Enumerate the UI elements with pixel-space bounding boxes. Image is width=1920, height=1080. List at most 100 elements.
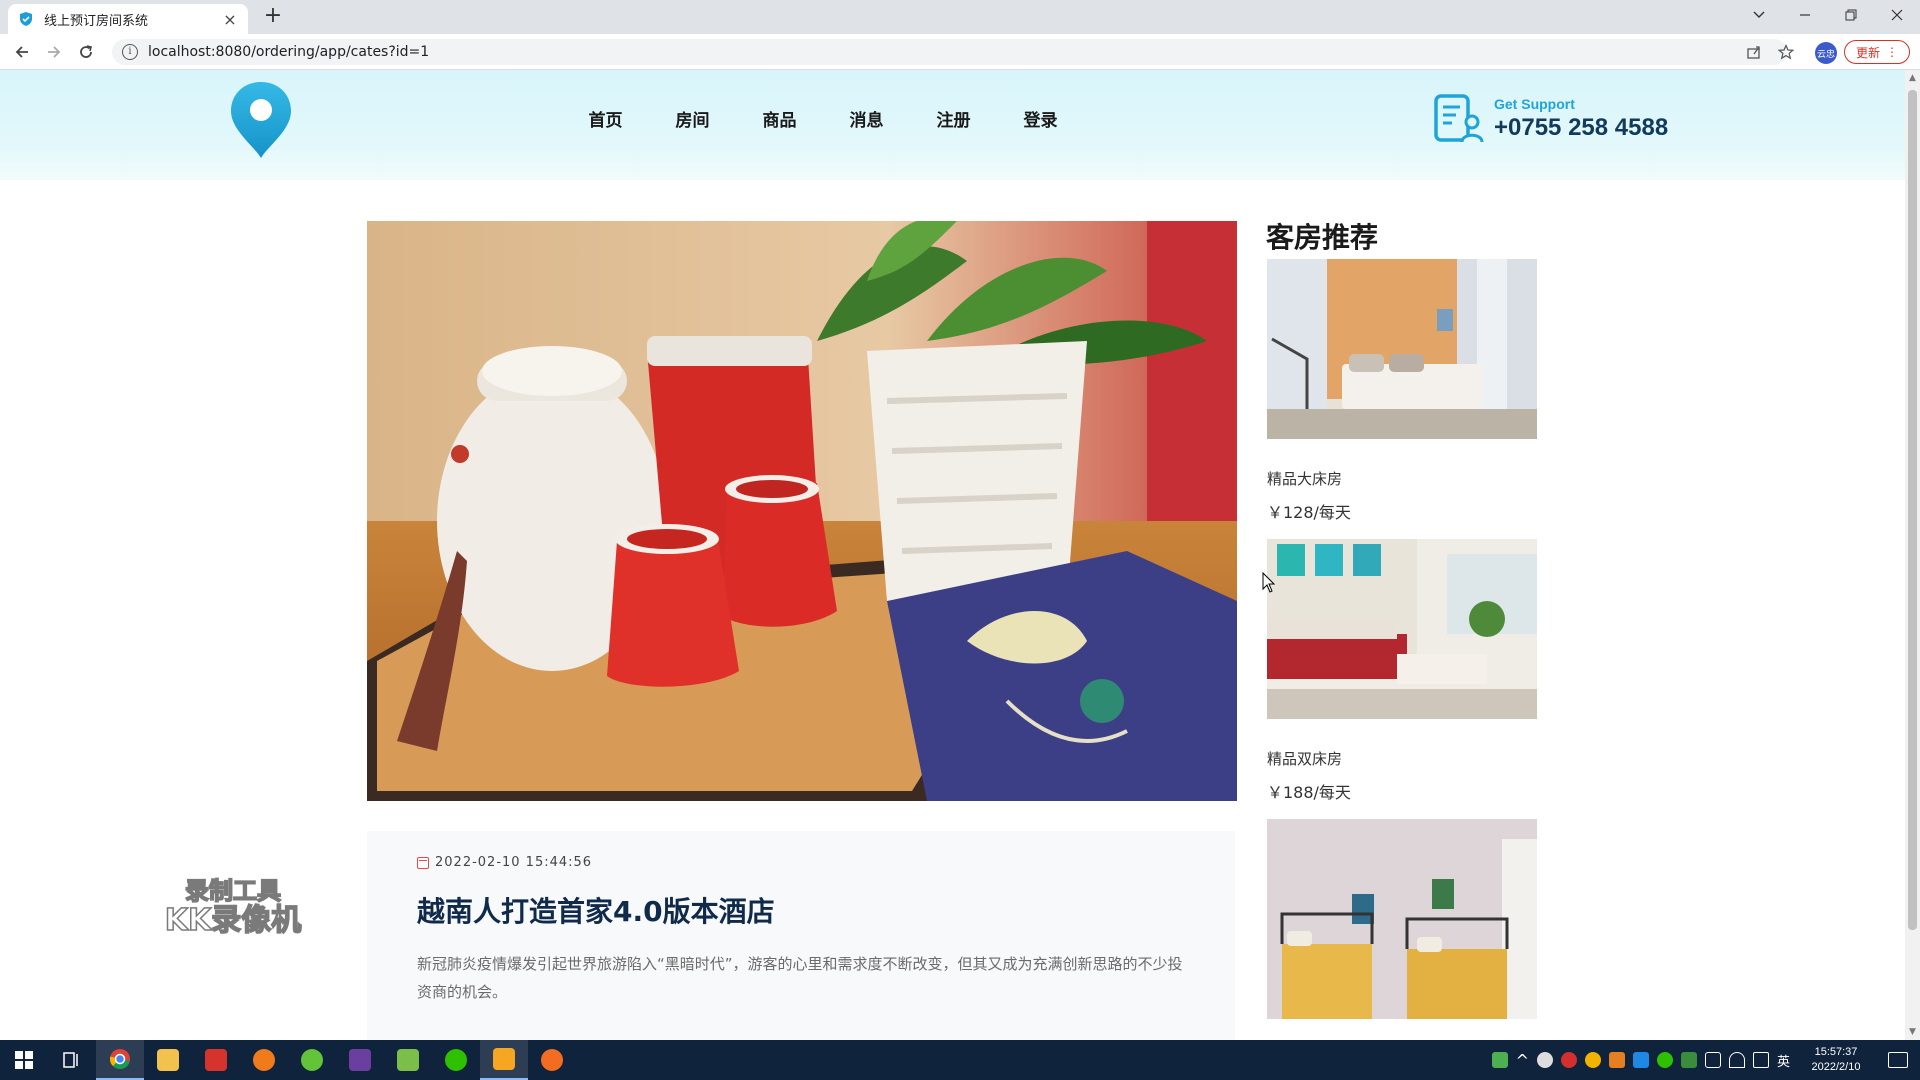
location-pin-logo-icon[interactable] [228, 80, 294, 160]
site-info-icon[interactable]: i [122, 44, 138, 60]
wps-icon [205, 1049, 227, 1071]
page-scrollbar[interactable]: ▲ ▼ [1905, 70, 1920, 1040]
browser-tabbar: 线上预订房间系统 × + [0, 0, 1920, 34]
taskbar-app-recorder[interactable] [480, 1040, 528, 1080]
taskbar-notepad[interactable] [384, 1040, 432, 1080]
notification-icon[interactable] [1888, 1052, 1908, 1068]
tray-green-icon[interactable] [1680, 1052, 1697, 1068]
windows-taskbar: ^ 英 15:57:37 2022/2/10 [0, 1040, 1920, 1080]
tab-close-icon[interactable]: × [222, 10, 238, 29]
post-date-text: 2022-02-10 15:44:56 [435, 855, 593, 870]
tray-yellow-icon[interactable] [1584, 1052, 1601, 1068]
back-icon[interactable] [10, 40, 34, 64]
taskbar-wechat[interactable] [432, 1040, 480, 1080]
nav-login[interactable]: 登录 [1021, 106, 1060, 131]
bluetooth-icon[interactable] [1632, 1052, 1649, 1068]
browser-tab[interactable]: 线上预订房间系统 × [8, 4, 248, 34]
site-header: 首页 房间 商品 消息 注册 登录 Get Support +0755 258 … [0, 70, 1905, 180]
ime-indicator[interactable]: 英 [1777, 1051, 1790, 1070]
notepad-icon [397, 1049, 419, 1071]
ide-icon [349, 1049, 371, 1071]
support-phone[interactable]: +0755 258 4588 [1494, 114, 1668, 142]
room-card[interactable]: 精品双床房 ￥188/每天 [1267, 539, 1537, 803]
windows-logo-icon [15, 1051, 33, 1069]
bookmark-star-icon[interactable] [1776, 42, 1796, 62]
calendar-icon [417, 856, 429, 869]
room-image[interactable] [1267, 819, 1537, 1019]
tray-red-icon[interactable] [1560, 1052, 1577, 1068]
task-view-button[interactable] [48, 1040, 96, 1080]
mic-icon[interactable] [1536, 1052, 1553, 1068]
battery-app-icon[interactable] [1491, 1052, 1508, 1068]
more-menu-icon[interactable]: ⋮ [1886, 45, 1898, 59]
watermark-line1: 录制工具 [184, 876, 282, 906]
start-button[interactable] [0, 1040, 48, 1080]
hero-tea-set-image [367, 221, 1237, 801]
room-image[interactable] [1267, 539, 1537, 719]
share-icon[interactable] [1744, 42, 1764, 62]
scroll-thumb[interactable] [1908, 90, 1917, 930]
browser-toolbar: i localhost:8080/ordering/app/cates?id=1… [0, 34, 1920, 70]
minimize-icon[interactable] [1782, 0, 1828, 30]
nav-messages[interactable]: 消息 [847, 106, 886, 131]
tab-title: 线上预订房间系统 [44, 13, 149, 29]
nav-home[interactable]: 首页 [586, 106, 625, 131]
wechat-tray-icon[interactable] [1656, 1052, 1673, 1068]
scroll-down-icon[interactable]: ▼ [1905, 1024, 1920, 1040]
room-image[interactable] [1267, 259, 1537, 439]
wifi-icon[interactable] [1728, 1052, 1745, 1068]
tray-orange-icon[interactable] [1608, 1052, 1625, 1068]
taskbar-app-idea[interactable] [336, 1040, 384, 1080]
nav-goods[interactable]: 商品 [760, 106, 799, 131]
profile-avatar[interactable]: 云忠 [1815, 42, 1837, 64]
post-card: 2022-02-10 15:44:56 越南人打造首家4.0版本酒店 新冠肺炎疫… [367, 831, 1235, 1040]
scroll-up-icon[interactable]: ▲ [1905, 70, 1920, 86]
post-title[interactable]: 越南人打造首家4.0版本酒店 [417, 890, 1185, 930]
post-excerpt: 新冠肺炎疫情爆发引起世界旅游陷入“黑暗时代”，游客的心里和需求度不断改变，但其又… [417, 955, 1183, 1001]
folder-icon [157, 1049, 179, 1071]
volume-mute-icon[interactable] [1752, 1052, 1769, 1068]
new-tab-button[interactable]: + [260, 4, 286, 30]
support-label: Get Support [1494, 96, 1575, 112]
support-block: Get Support +0755 258 4588 [1432, 92, 1668, 146]
room-name[interactable]: 精品双床房 [1267, 748, 1537, 769]
nav-rooms[interactable]: 房间 [673, 106, 712, 131]
room-card[interactable] [1267, 819, 1537, 1023]
update-label: 更新 [1855, 45, 1880, 60]
taskbar-app-green[interactable] [288, 1040, 336, 1080]
search-app-icon [253, 1049, 275, 1071]
battery-icon[interactable] [1704, 1052, 1721, 1068]
taskbar-app-orange[interactable] [528, 1040, 576, 1080]
room-name[interactable]: 精品大床房 [1267, 468, 1537, 489]
nav-register[interactable]: 注册 [934, 106, 973, 131]
room-card[interactable]: 精品大床房 ￥128/每天 [1267, 259, 1537, 523]
task-view-icon [63, 1052, 78, 1068]
tray-expand-icon[interactable]: ^ [1516, 1051, 1529, 1070]
taskbar-search-app[interactable] [240, 1040, 288, 1080]
chrome-icon [110, 1049, 130, 1069]
green-app-icon [301, 1049, 323, 1071]
room-price: ￥188/每天 [1267, 783, 1351, 802]
url-text: localhost:8080/ordering/app/cates?id=1 [148, 44, 430, 60]
recorder-icon [493, 1048, 515, 1070]
address-bar[interactable]: i localhost:8080/ordering/app/cates?id=1 [112, 39, 1787, 65]
recorder-watermark: 录制工具 KK录像机 [160, 876, 306, 936]
main-nav: 首页 房间 商品 消息 注册 登录 [586, 106, 1060, 131]
sidebar-title: 客房推荐 [1266, 221, 1379, 254]
reload-icon[interactable] [74, 40, 98, 64]
taskbar-explorer[interactable] [144, 1040, 192, 1080]
page-viewport: 首页 房间 商品 消息 注册 登录 Get Support +0755 258 … [0, 70, 1905, 1040]
update-button[interactable]: 更新 ⋮ [1844, 40, 1910, 64]
watermark-line2: KK录像机 [164, 903, 302, 938]
post-date: 2022-02-10 15:44:56 [417, 855, 1185, 870]
close-window-icon[interactable] [1874, 0, 1920, 30]
system-tray: ^ 英 15:57:37 2022/2/10 [1491, 1040, 1920, 1080]
tab-search-icon[interactable] [1736, 0, 1782, 30]
clock-date: 2022/2/10 [1811, 1061, 1861, 1073]
restore-icon[interactable] [1828, 0, 1874, 30]
taskbar-chrome[interactable] [96, 1040, 144, 1080]
clock-time: 15:57:37 [1814, 1046, 1858, 1058]
clock[interactable]: 15:57:37 2022/2/10 [1798, 1045, 1874, 1075]
forward-icon[interactable] [42, 40, 66, 64]
taskbar-wps[interactable] [192, 1040, 240, 1080]
